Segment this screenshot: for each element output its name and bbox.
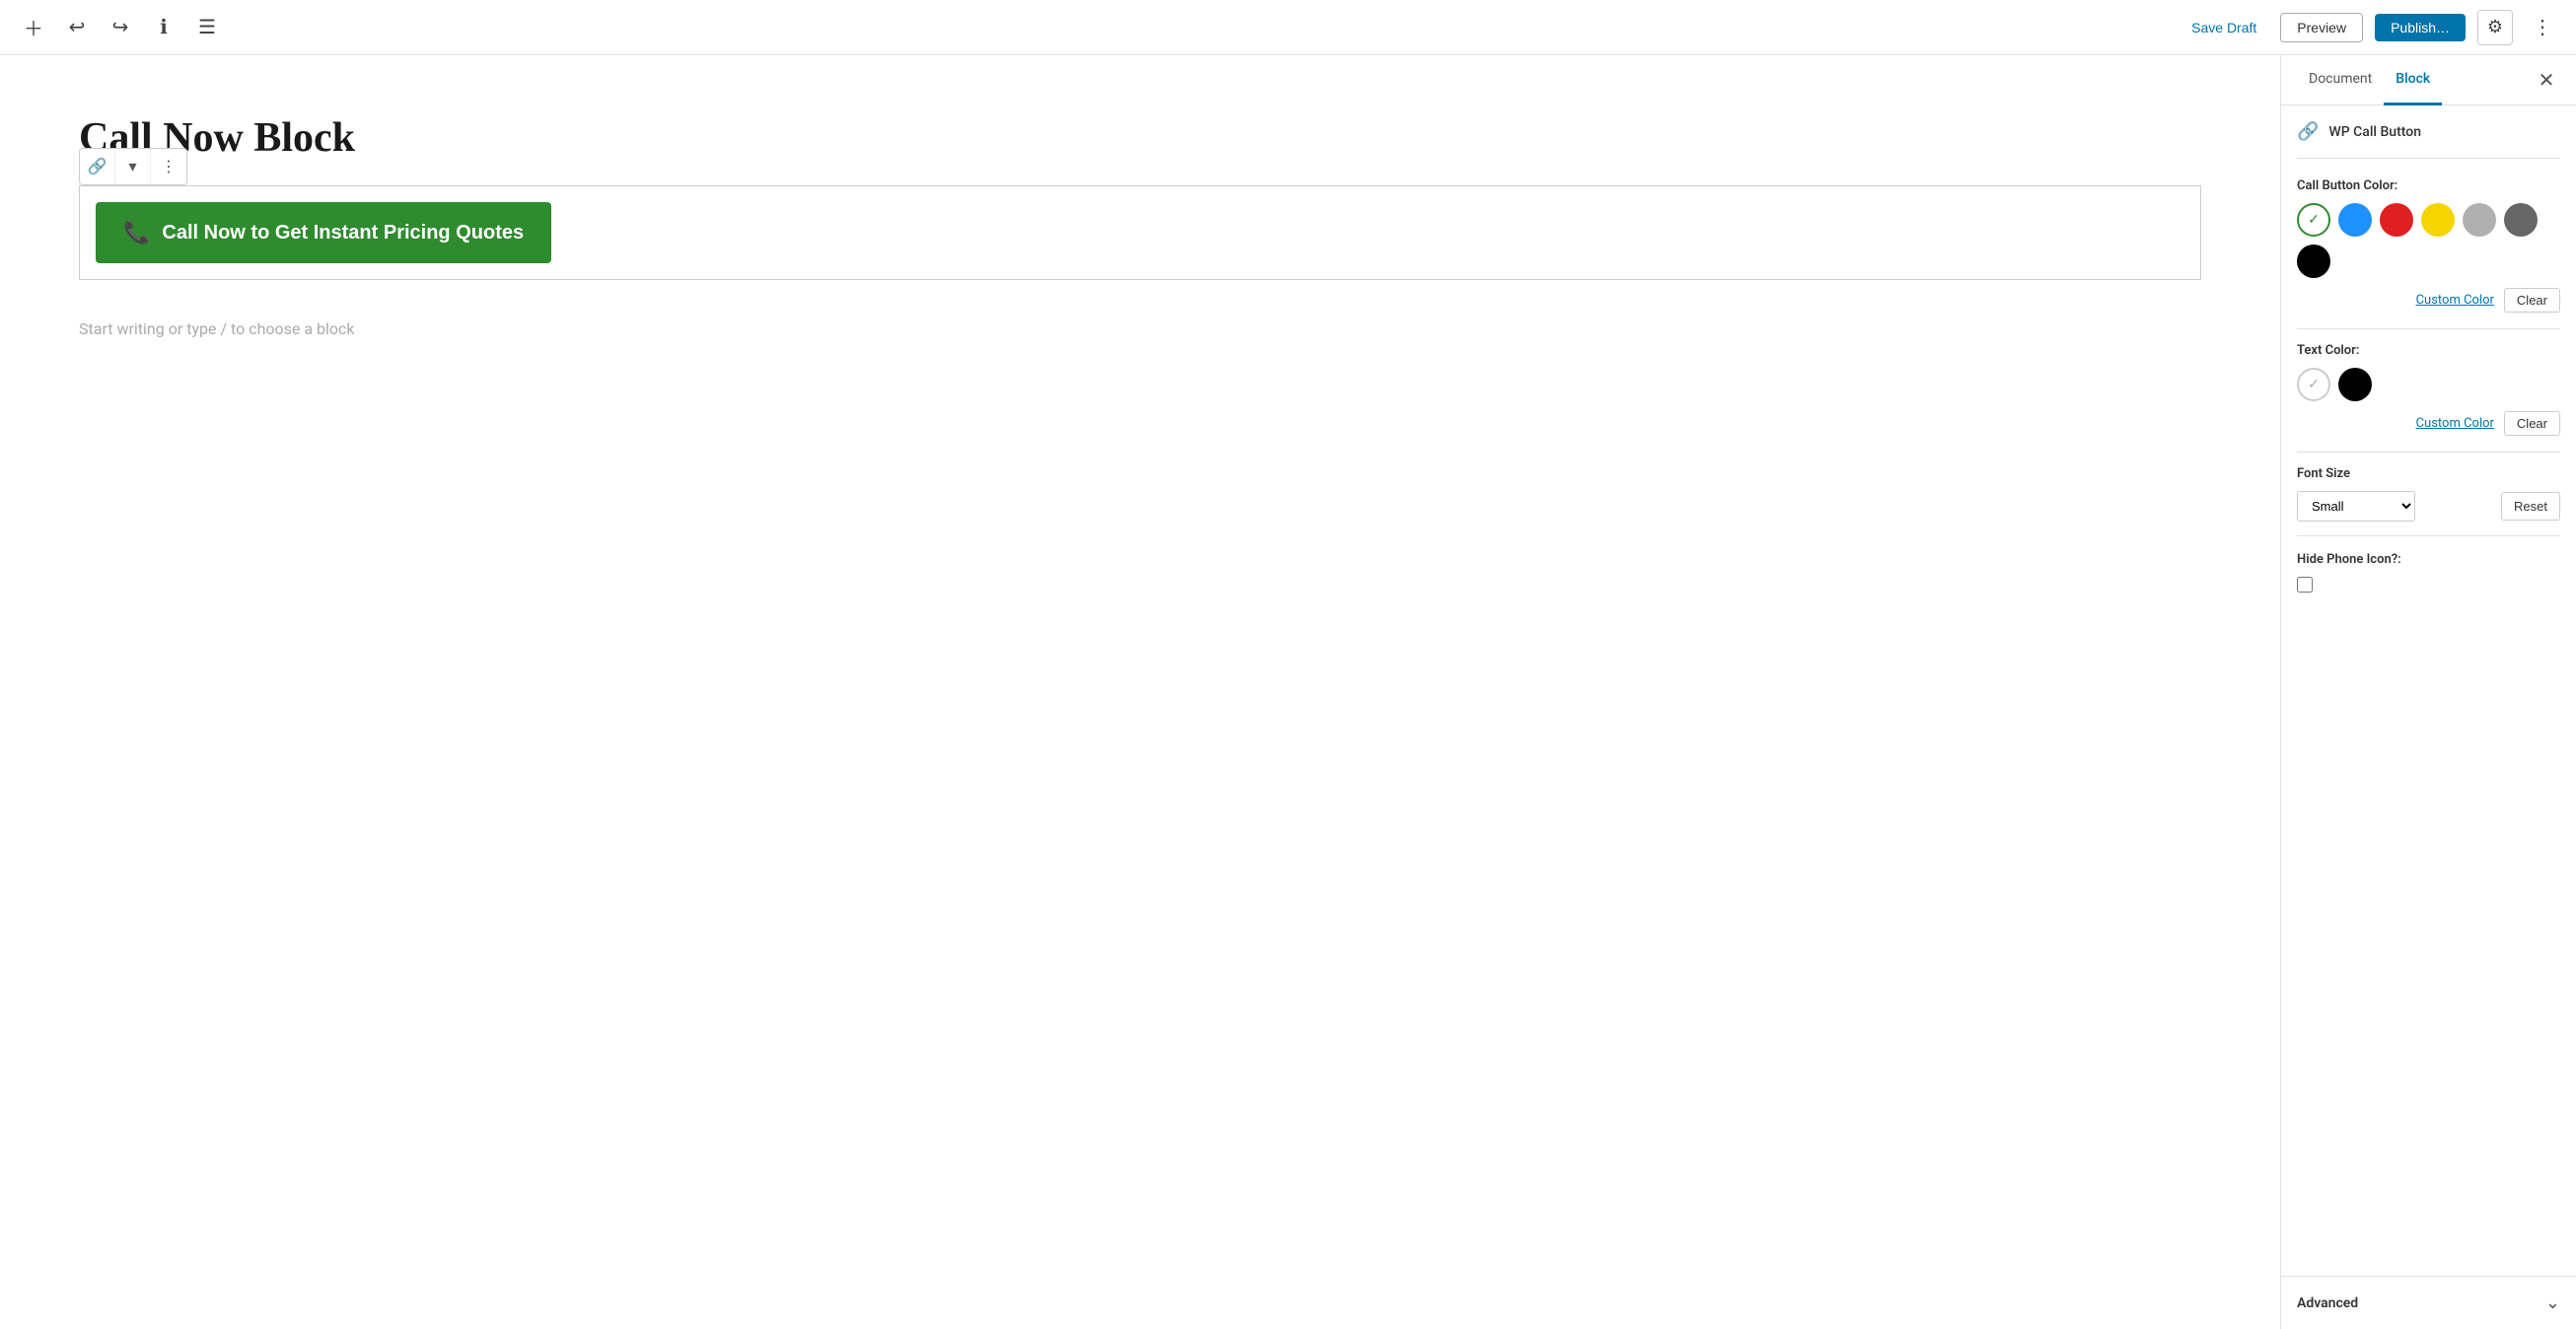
block-type-button[interactable]: ▾ [115, 149, 151, 184]
tab-document[interactable]: Document [2297, 55, 2384, 105]
settings-button[interactable]: ⚙ [2477, 10, 2513, 45]
block-more-button[interactable]: ⋮ [151, 149, 186, 184]
call-button-color-swatches: ✓ [2297, 203, 2560, 278]
clear-button-1[interactable]: Clear [2504, 288, 2560, 313]
call-button-text: Call Now to Get Instant Pricing Quotes [162, 222, 524, 245]
chevron-down-icon: ⌄ [2545, 1293, 2560, 1313]
call-now-button[interactable]: 📞 Call Now to Get Instant Pricing Quotes [96, 202, 551, 263]
color-swatch-black-1[interactable] [2297, 245, 2330, 278]
color-swatch-green-selected[interactable]: ✓ [2297, 203, 2330, 237]
publish-button[interactable]: Publish… [2375, 14, 2466, 41]
color-swatch-darkgray[interactable] [2504, 203, 2538, 237]
font-size-label: Font Size [2297, 466, 2560, 481]
save-draft-button[interactable]: Save Draft [2180, 14, 2268, 41]
main-layout: Call Now Block 🔗 ▾ ⋮ 📞 Call Now to Get I… [0, 55, 2576, 1329]
hide-phone-checkbox-label[interactable] [2297, 577, 2560, 593]
topbar-right: Save Draft Preview Publish… ⚙ ⋮ [2180, 10, 2560, 45]
font-size-select[interactable]: Small Medium Large Larger [2297, 491, 2415, 522]
color-swatch-red[interactable] [2380, 203, 2413, 237]
color-swatch-lightgray[interactable] [2463, 203, 2496, 237]
advanced-label: Advanced [2297, 1295, 2358, 1311]
custom-color-link-2[interactable]: Custom Color [2416, 416, 2494, 431]
font-size-reset-button[interactable]: Reset [2501, 492, 2560, 521]
block-toolbar: 🔗 ▾ ⋮ [79, 148, 187, 185]
sidebar: Document Block ✕ 🔗 WP Call Button Call B… [2280, 55, 2576, 1329]
wp-call-button-icon: 🔗 [2297, 121, 2319, 142]
color-swatch-yellow[interactable] [2421, 203, 2455, 237]
editor-placeholder[interactable]: Start writing or type / to choose a bloc… [79, 319, 2201, 338]
call-button-block: 📞 Call Now to Get Instant Pricing Quotes [79, 185, 2201, 280]
text-color-label: Text Color: [2297, 343, 2560, 358]
preview-button[interactable]: Preview [2280, 13, 2363, 42]
clear-button-2[interactable]: Clear [2504, 411, 2560, 436]
phone-icon: 📞 [123, 220, 150, 245]
custom-color-link-1[interactable]: Custom Color [2416, 293, 2494, 308]
topbar-left: ＋ ↩ ↪ ℹ ☰ [16, 10, 225, 45]
call-button-color-actions: Custom Color Clear [2297, 288, 2560, 313]
block-edit-button[interactable]: 🔗 [80, 149, 115, 184]
more-options-button[interactable]: ⋮ [2525, 10, 2560, 45]
advanced-section[interactable]: Advanced ⌄ [2281, 1276, 2576, 1329]
tab-block[interactable]: Block [2384, 55, 2442, 105]
divider-3 [2297, 535, 2560, 536]
hide-phone-row: Hide Phone Icon?: [2297, 552, 2560, 593]
text-color-swatches: ✓ [2297, 368, 2560, 401]
page-title: Call Now Block [79, 114, 2201, 162]
block-container: 🔗 ▾ ⋮ 📞 Call Now to Get Instant Pricing … [79, 185, 2201, 280]
sidebar-tabs: Document Block ✕ [2281, 55, 2576, 105]
list-view-button[interactable]: ☰ [189, 10, 225, 45]
font-size-row: Small Medium Large Larger Reset [2297, 491, 2560, 522]
text-color-swatch-black[interactable] [2338, 368, 2372, 401]
redo-button[interactable]: ↪ [103, 10, 138, 45]
editor-area: Call Now Block 🔗 ▾ ⋮ 📞 Call Now to Get I… [0, 55, 2280, 1329]
call-button-color-label: Call Button Color: [2297, 178, 2560, 193]
info-button[interactable]: ℹ [146, 10, 181, 45]
add-block-button[interactable]: ＋ [16, 10, 51, 45]
divider-2 [2297, 452, 2560, 453]
topbar: ＋ ↩ ↪ ℹ ☰ Save Draft Preview Publish… ⚙ … [0, 0, 2576, 55]
block-label-row: 🔗 WP Call Button [2297, 121, 2560, 159]
sidebar-close-button[interactable]: ✕ [2533, 66, 2560, 94]
hide-phone-checkbox[interactable] [2297, 577, 2313, 593]
text-color-swatch-white[interactable]: ✓ [2297, 368, 2330, 401]
hide-phone-label: Hide Phone Icon?: [2297, 552, 2560, 567]
divider-1 [2297, 328, 2560, 329]
undo-button[interactable]: ↩ [59, 10, 95, 45]
block-label-text: WP Call Button [2328, 124, 2421, 140]
sidebar-content: 🔗 WP Call Button Call Button Color: ✓ Cu… [2281, 105, 2576, 1276]
text-color-actions: Custom Color Clear [2297, 411, 2560, 436]
color-swatch-blue[interactable] [2338, 203, 2372, 237]
